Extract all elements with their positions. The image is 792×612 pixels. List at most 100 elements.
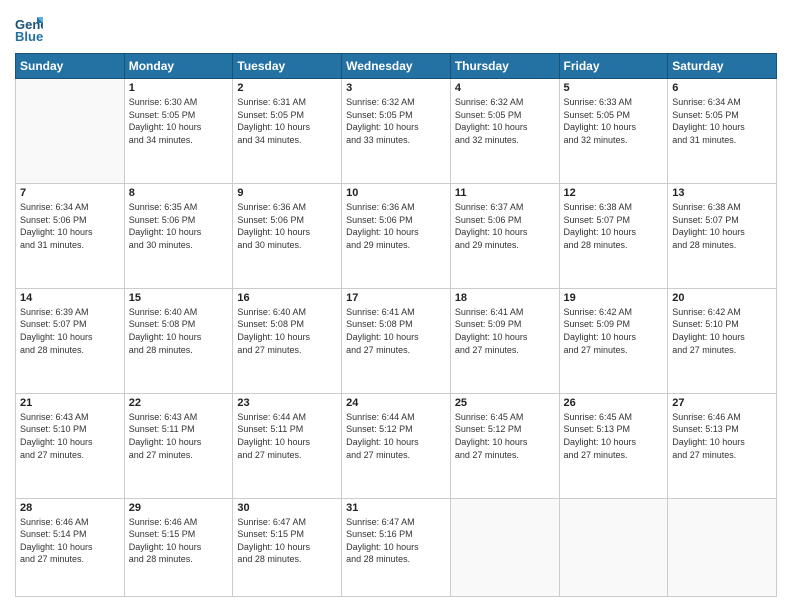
day-info: Sunrise: 6:47 AM Sunset: 5:15 PM Dayligh…: [237, 516, 337, 566]
day-header-friday: Friday: [559, 54, 668, 79]
day-info: Sunrise: 6:46 AM Sunset: 5:15 PM Dayligh…: [129, 516, 229, 566]
day-info: Sunrise: 6:32 AM Sunset: 5:05 PM Dayligh…: [346, 96, 446, 146]
day-number: 13: [672, 187, 772, 199]
day-info: Sunrise: 6:44 AM Sunset: 5:11 PM Dayligh…: [237, 411, 337, 461]
day-number: 5: [564, 82, 664, 94]
day-number: 8: [129, 187, 229, 199]
day-cell: 1 Sunrise: 6:30 AM Sunset: 5:05 PM Daylig…: [124, 79, 233, 184]
day-cell: 5 Sunrise: 6:33 AM Sunset: 5:05 PM Daylig…: [559, 79, 668, 184]
day-number: 21: [20, 397, 120, 409]
day-info: Sunrise: 6:36 AM Sunset: 5:06 PM Dayligh…: [237, 201, 337, 251]
day-cell: 16 Sunrise: 6:40 AM Sunset: 5:08 PM Dayli…: [233, 288, 342, 393]
week-row-1: 1 Sunrise: 6:30 AM Sunset: 5:05 PM Daylig…: [16, 79, 777, 184]
day-cell: [16, 79, 125, 184]
day-info: Sunrise: 6:39 AM Sunset: 5:07 PM Dayligh…: [20, 306, 120, 356]
day-number: 24: [346, 397, 446, 409]
day-info: Sunrise: 6:46 AM Sunset: 5:13 PM Dayligh…: [672, 411, 772, 461]
day-number: 20: [672, 292, 772, 304]
day-number: 10: [346, 187, 446, 199]
day-cell: [450, 498, 559, 596]
day-cell: 2 Sunrise: 6:31 AM Sunset: 5:05 PM Daylig…: [233, 79, 342, 184]
day-number: 11: [455, 187, 555, 199]
day-cell: 4 Sunrise: 6:32 AM Sunset: 5:05 PM Daylig…: [450, 79, 559, 184]
page: General Blue SundayMondayTuesdayWednesda…: [0, 0, 792, 612]
day-cell: 8 Sunrise: 6:35 AM Sunset: 5:06 PM Daylig…: [124, 183, 233, 288]
day-header-thursday: Thursday: [450, 54, 559, 79]
header-row: SundayMondayTuesdayWednesdayThursdayFrid…: [16, 54, 777, 79]
day-number: 6: [672, 82, 772, 94]
day-info: Sunrise: 6:35 AM Sunset: 5:06 PM Dayligh…: [129, 201, 229, 251]
day-number: 9: [237, 187, 337, 199]
day-number: 16: [237, 292, 337, 304]
week-row-5: 28Sunrise: 6:46 AM Sunset: 5:14 PM Dayli…: [16, 498, 777, 596]
day-cell: 28Sunrise: 6:46 AM Sunset: 5:14 PM Dayli…: [16, 498, 125, 596]
day-cell: 27 Sunrise: 6:46 AM Sunset: 5:13 PM Dayli…: [668, 393, 777, 498]
day-cell: 9 Sunrise: 6:36 AM Sunset: 5:06 PM Daylig…: [233, 183, 342, 288]
day-cell: 18 Sunrise: 6:41 AM Sunset: 5:09 PM Dayli…: [450, 288, 559, 393]
day-cell: 19 Sunrise: 6:42 AM Sunset: 5:09 PM Dayli…: [559, 288, 668, 393]
day-cell: 23 Sunrise: 6:44 AM Sunset: 5:11 PM Dayli…: [233, 393, 342, 498]
day-header-sunday: Sunday: [16, 54, 125, 79]
day-info: Sunrise: 6:38 AM Sunset: 5:07 PM Dayligh…: [672, 201, 772, 251]
day-number: 22: [129, 397, 229, 409]
day-info: Sunrise: 6:44 AM Sunset: 5:12 PM Dayligh…: [346, 411, 446, 461]
day-cell: 31 Sunrise: 6:47 AM Sunset: 5:16 PM Dayli…: [342, 498, 451, 596]
day-info: Sunrise: 6:32 AM Sunset: 5:05 PM Dayligh…: [455, 96, 555, 146]
day-header-monday: Monday: [124, 54, 233, 79]
day-info: Sunrise: 6:41 AM Sunset: 5:09 PM Dayligh…: [455, 306, 555, 356]
day-info: Sunrise: 6:47 AM Sunset: 5:16 PM Dayligh…: [346, 516, 446, 566]
day-number: 18: [455, 292, 555, 304]
day-info: Sunrise: 6:42 AM Sunset: 5:09 PM Dayligh…: [564, 306, 664, 356]
day-info: Sunrise: 6:40 AM Sunset: 5:08 PM Dayligh…: [237, 306, 337, 356]
day-number: 2: [237, 82, 337, 94]
week-row-2: 7Sunrise: 6:34 AM Sunset: 5:06 PM Daylig…: [16, 183, 777, 288]
day-info: Sunrise: 6:36 AM Sunset: 5:06 PM Dayligh…: [346, 201, 446, 251]
day-number: 31: [346, 502, 446, 514]
day-cell: 12Sunrise: 6:38 AM Sunset: 5:07 PM Dayli…: [559, 183, 668, 288]
week-row-3: 14 Sunrise: 6:39 AM Sunset: 5:07 PM Dayli…: [16, 288, 777, 393]
day-header-tuesday: Tuesday: [233, 54, 342, 79]
day-number: 3: [346, 82, 446, 94]
day-header-wednesday: Wednesday: [342, 54, 451, 79]
day-cell: 15Sunrise: 6:40 AM Sunset: 5:08 PM Dayli…: [124, 288, 233, 393]
day-number: 4: [455, 82, 555, 94]
day-number: 17: [346, 292, 446, 304]
day-info: Sunrise: 6:43 AM Sunset: 5:11 PM Dayligh…: [129, 411, 229, 461]
day-number: 19: [564, 292, 664, 304]
day-cell: 13 Sunrise: 6:38 AM Sunset: 5:07 PM Dayli…: [668, 183, 777, 288]
day-info: Sunrise: 6:34 AM Sunset: 5:06 PM Dayligh…: [20, 201, 120, 251]
day-cell: 22 Sunrise: 6:43 AM Sunset: 5:11 PM Dayli…: [124, 393, 233, 498]
day-cell: 20 Sunrise: 6:42 AM Sunset: 5:10 PM Dayli…: [668, 288, 777, 393]
day-info: Sunrise: 6:31 AM Sunset: 5:05 PM Dayligh…: [237, 96, 337, 146]
day-cell: 14 Sunrise: 6:39 AM Sunset: 5:07 PM Dayli…: [16, 288, 125, 393]
day-info: Sunrise: 6:46 AM Sunset: 5:14 PM Dayligh…: [20, 516, 120, 566]
day-info: Sunrise: 6:42 AM Sunset: 5:10 PM Dayligh…: [672, 306, 772, 356]
day-header-saturday: Saturday: [668, 54, 777, 79]
week-row-4: 21 Sunrise: 6:43 AM Sunset: 5:10 PM Dayli…: [16, 393, 777, 498]
day-number: 23: [237, 397, 337, 409]
day-info: Sunrise: 6:37 AM Sunset: 5:06 PM Dayligh…: [455, 201, 555, 251]
calendar-table: SundayMondayTuesdayWednesdayThursdayFrid…: [15, 53, 777, 597]
day-info: Sunrise: 6:38 AM Sunset: 5:07 PM Dayligh…: [564, 201, 664, 251]
day-number: 26: [564, 397, 664, 409]
day-info: Sunrise: 6:33 AM Sunset: 5:05 PM Dayligh…: [564, 96, 664, 146]
svg-text:Blue: Blue: [15, 29, 43, 43]
day-number: 29: [129, 502, 229, 514]
day-cell: 29 Sunrise: 6:46 AM Sunset: 5:15 PM Dayli…: [124, 498, 233, 596]
day-cell: 17Sunrise: 6:41 AM Sunset: 5:08 PM Dayli…: [342, 288, 451, 393]
day-info: Sunrise: 6:34 AM Sunset: 5:05 PM Dayligh…: [672, 96, 772, 146]
day-number: 14: [20, 292, 120, 304]
header: General Blue: [15, 15, 777, 43]
day-cell: 3 Sunrise: 6:32 AM Sunset: 5:05 PM Daylig…: [342, 79, 451, 184]
day-cell: 6 Sunrise: 6:34 AM Sunset: 5:05 PM Daylig…: [668, 79, 777, 184]
day-info: Sunrise: 6:45 AM Sunset: 5:13 PM Dayligh…: [564, 411, 664, 461]
day-cell: 26 Sunrise: 6:45 AM Sunset: 5:13 PM Dayli…: [559, 393, 668, 498]
logo-icon: General Blue: [15, 15, 43, 43]
day-info: Sunrise: 6:43 AM Sunset: 5:10 PM Dayligh…: [20, 411, 120, 461]
day-cell: 30Sunrise: 6:47 AM Sunset: 5:15 PM Dayli…: [233, 498, 342, 596]
day-cell: 21 Sunrise: 6:43 AM Sunset: 5:10 PM Dayli…: [16, 393, 125, 498]
day-info: Sunrise: 6:30 AM Sunset: 5:05 PM Dayligh…: [129, 96, 229, 146]
day-number: 27: [672, 397, 772, 409]
day-number: 25: [455, 397, 555, 409]
day-number: 1: [129, 82, 229, 94]
